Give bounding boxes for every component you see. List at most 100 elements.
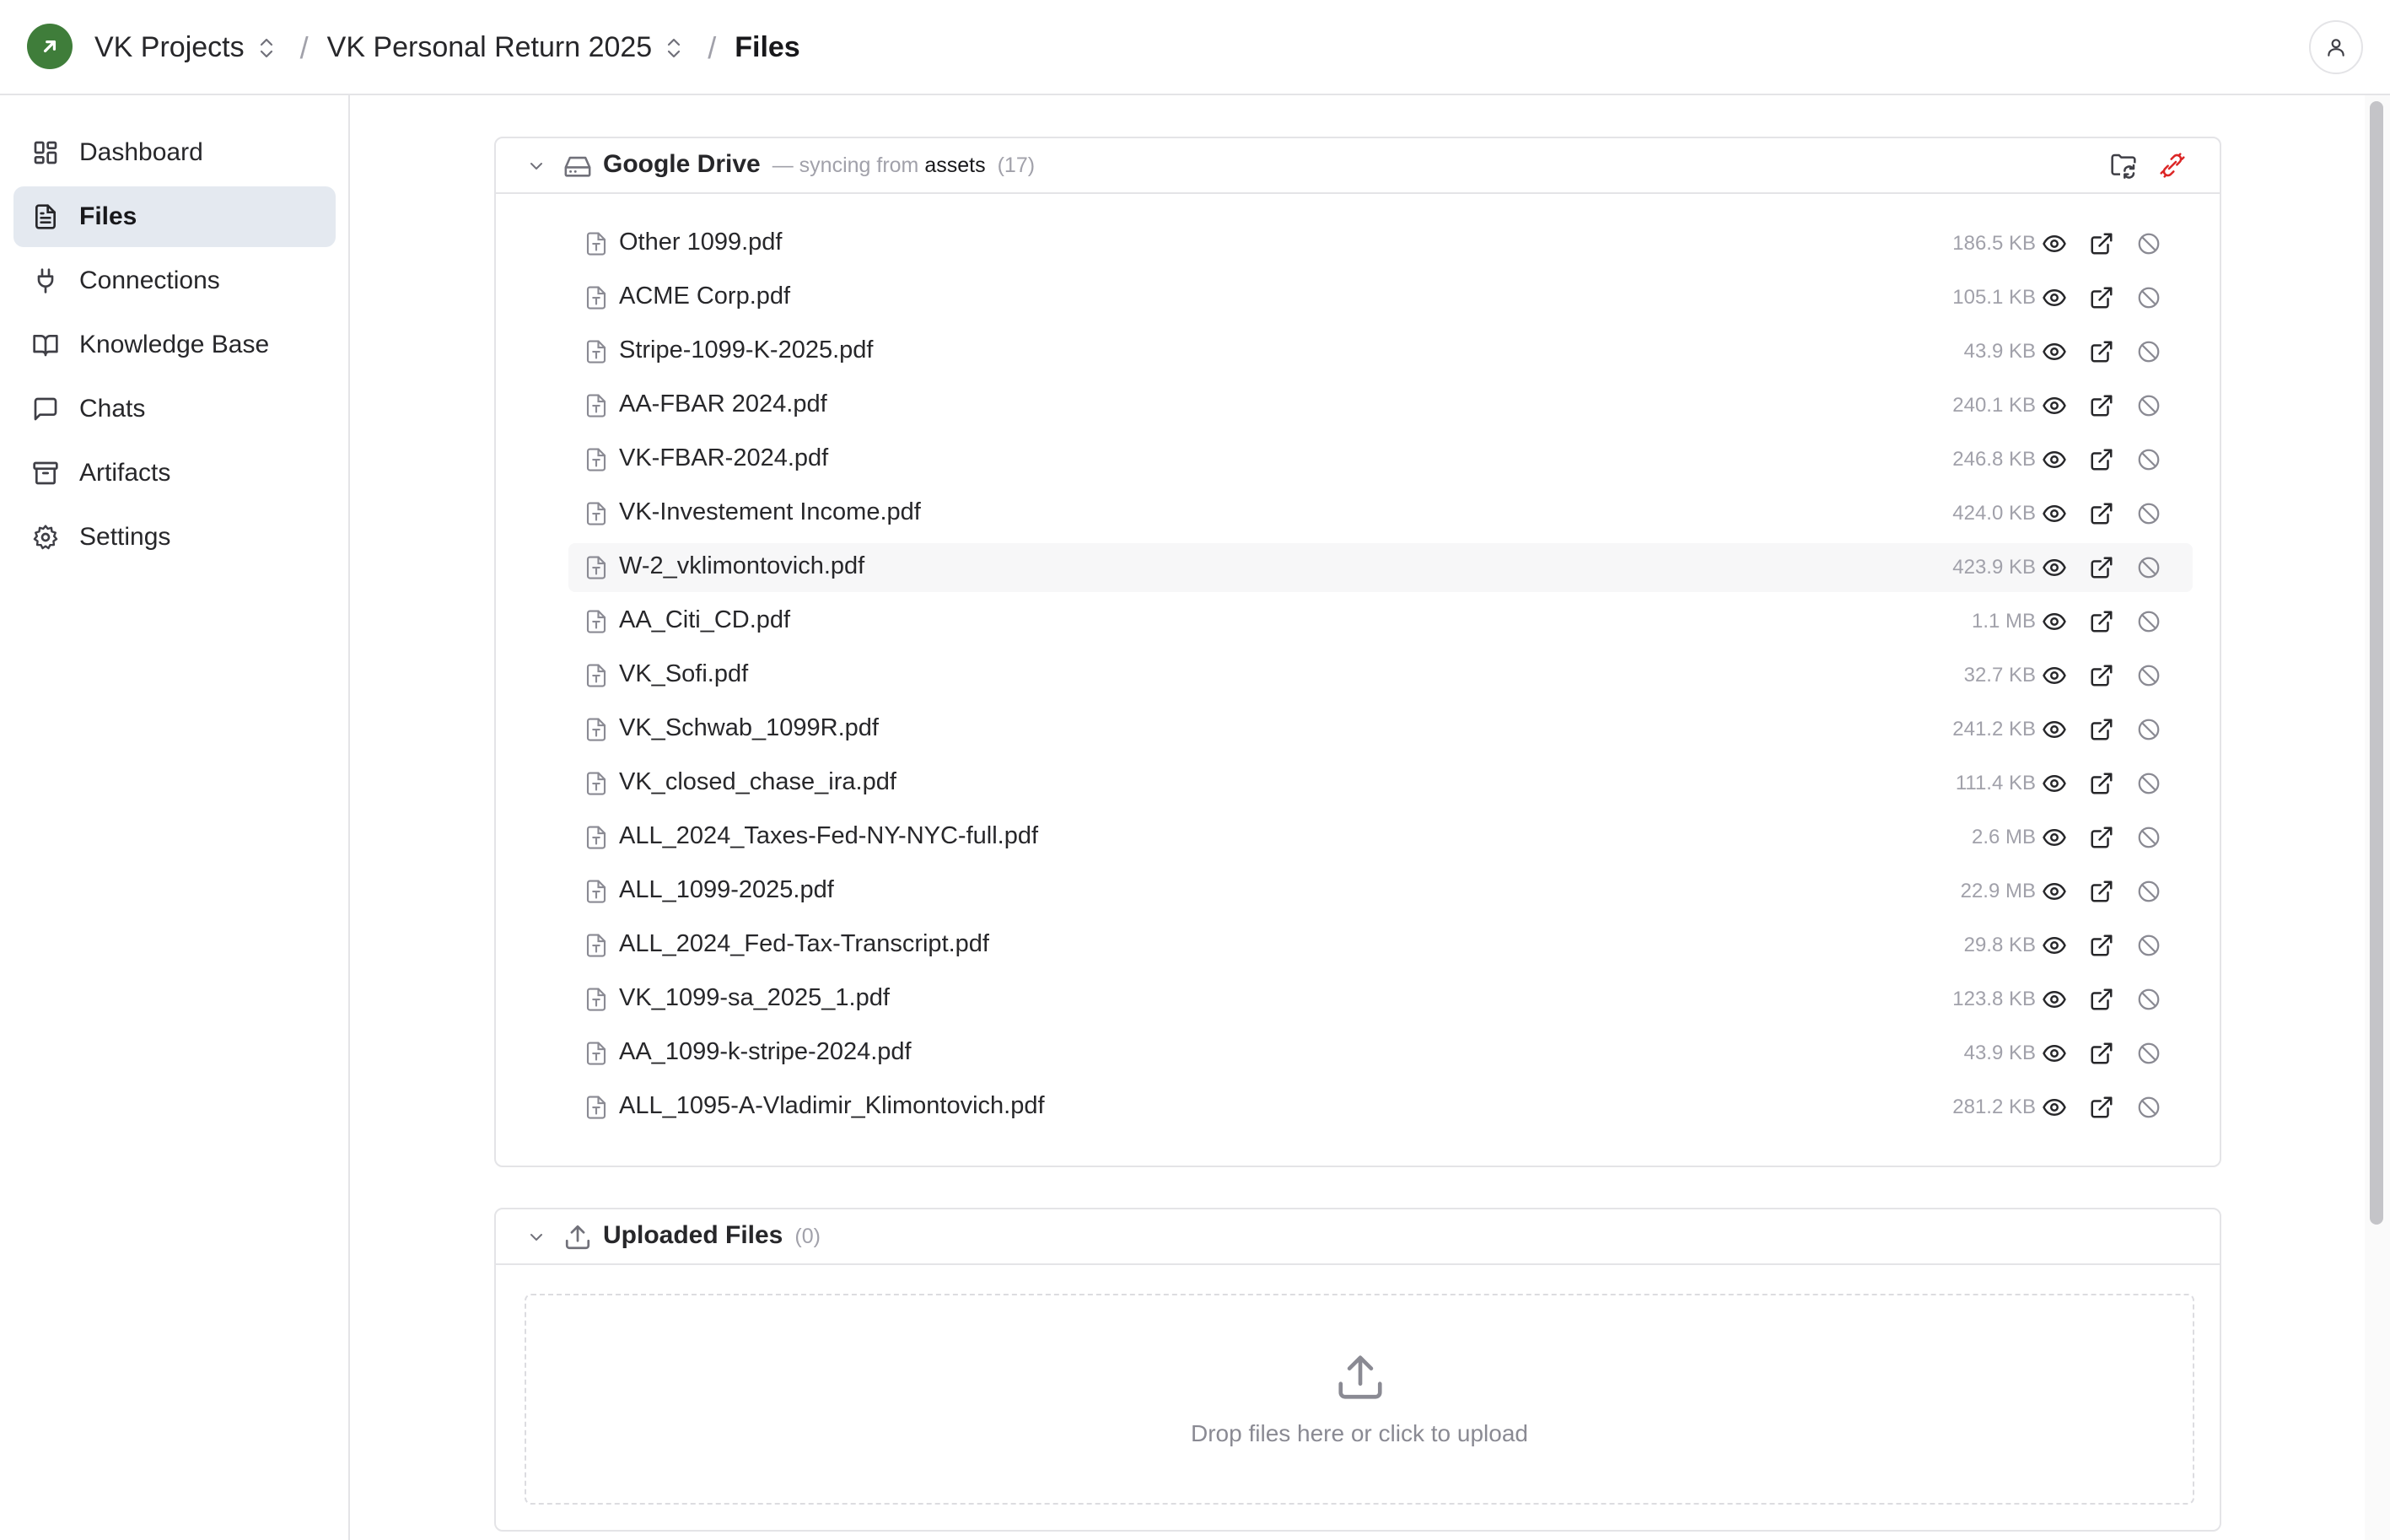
- external-link-icon[interactable]: [2089, 987, 2114, 1012]
- external-link-icon[interactable]: [2089, 1095, 2114, 1120]
- external-link-icon[interactable]: [2089, 717, 2114, 742]
- file-name[interactable]: AA_Citi_CD.pdf: [619, 606, 790, 634]
- sidebar-item-settings[interactable]: Settings: [13, 507, 336, 568]
- eye-icon[interactable]: [2042, 609, 2067, 634]
- breadcrumb-project[interactable]: VK Projects: [94, 31, 245, 64]
- file-row[interactable]: W-2_vklimontovich.pdf 423.9 KB: [568, 543, 2193, 592]
- file-row[interactable]: ALL_1095-A-Vladimir_Klimontovich.pdf 281.…: [568, 1083, 2193, 1132]
- file-row[interactable]: ALL_1099-2025.pdf 22.9 MB: [568, 867, 2193, 916]
- user-menu-button[interactable]: [2309, 20, 2363, 74]
- file-row[interactable]: VK_closed_chase_ira.pdf 111.4 KB: [568, 759, 2193, 808]
- file-row[interactable]: Other 1099.pdf 186.5 KB: [568, 219, 2193, 268]
- sidebar-item-chats[interactable]: Chats: [13, 379, 336, 439]
- file-name[interactable]: ALL_2024_Fed-Tax-Transcript.pdf: [619, 930, 989, 958]
- file-name[interactable]: VK-FBAR-2024.pdf: [619, 444, 828, 472]
- file-row[interactable]: ACME Corp.pdf 105.1 KB: [568, 273, 2193, 322]
- sidebar-item-connections[interactable]: Connections: [13, 250, 336, 311]
- ban-icon[interactable]: [2136, 1095, 2161, 1120]
- file-name[interactable]: VK-Investement Income.pdf: [619, 498, 921, 526]
- sidebar-item-knowledge-base[interactable]: Knowledge Base: [13, 315, 336, 375]
- external-link-icon[interactable]: [2089, 663, 2114, 688]
- external-link-icon[interactable]: [2089, 555, 2114, 580]
- chevron-down-icon[interactable]: [526, 156, 546, 176]
- sidebar-item-files[interactable]: Files: [13, 186, 336, 247]
- file-row[interactable]: VK-FBAR-2024.pdf 246.8 KB: [568, 435, 2193, 484]
- file-name[interactable]: AA_1099-k-stripe-2024.pdf: [619, 1038, 912, 1066]
- eye-icon[interactable]: [2042, 501, 2067, 526]
- external-link-icon[interactable]: [2089, 285, 2114, 310]
- ban-icon[interactable]: [2136, 231, 2161, 256]
- eye-icon[interactable]: [2042, 879, 2067, 904]
- file-name[interactable]: Other 1099.pdf: [619, 229, 782, 256]
- eye-icon[interactable]: [2042, 1041, 2067, 1066]
- ban-icon[interactable]: [2136, 717, 2161, 742]
- file-name[interactable]: VK_Sofi.pdf: [619, 660, 748, 688]
- eye-icon[interactable]: [2042, 771, 2067, 796]
- file-name[interactable]: VK_closed_chase_ira.pdf: [619, 768, 896, 796]
- file-row[interactable]: Stripe-1099-K-2025.pdf 43.9 KB: [568, 327, 2193, 376]
- file-row[interactable]: VK_Sofi.pdf 32.7 KB: [568, 651, 2193, 700]
- ban-icon[interactable]: [2136, 663, 2161, 688]
- eye-icon[interactable]: [2042, 825, 2067, 850]
- file-name[interactable]: VK_Schwab_1099R.pdf: [619, 714, 879, 742]
- file-row[interactable]: AA-FBAR 2024.pdf 240.1 KB: [568, 381, 2193, 430]
- file-name[interactable]: AA-FBAR 2024.pdf: [619, 390, 827, 418]
- external-link-icon[interactable]: [2089, 609, 2114, 634]
- sidebar-item-artifacts[interactable]: Artifacts: [13, 443, 336, 503]
- eye-icon[interactable]: [2042, 717, 2067, 742]
- ban-icon[interactable]: [2136, 825, 2161, 850]
- file-name[interactable]: VK_1099-sa_2025_1.pdf: [619, 984, 890, 1012]
- ban-icon[interactable]: [2136, 447, 2161, 472]
- ban-icon[interactable]: [2136, 393, 2161, 418]
- external-link-icon[interactable]: [2089, 501, 2114, 526]
- chevron-up-down-icon[interactable]: [256, 35, 277, 61]
- breadcrumb-return[interactable]: VK Personal Return 2025: [327, 31, 653, 64]
- file-row[interactable]: VK_Schwab_1099R.pdf 241.2 KB: [568, 705, 2193, 754]
- ban-icon[interactable]: [2136, 501, 2161, 526]
- ban-icon[interactable]: [2136, 555, 2161, 580]
- chevron-up-down-icon[interactable]: [664, 35, 684, 61]
- eye-icon[interactable]: [2042, 285, 2067, 310]
- eye-icon[interactable]: [2042, 987, 2067, 1012]
- eye-icon[interactable]: [2042, 933, 2067, 958]
- upload-dropzone[interactable]: Drop files here or click to upload: [525, 1294, 2194, 1505]
- ban-icon[interactable]: [2136, 987, 2161, 1012]
- file-name[interactable]: ALL_2024_Taxes-Fed-NY-NYC-full.pdf: [619, 822, 1038, 850]
- chevron-down-icon[interactable]: [526, 1227, 546, 1247]
- ban-icon[interactable]: [2136, 609, 2161, 634]
- file-row[interactable]: ALL_2024_Fed-Tax-Transcript.pdf 29.8 KB: [568, 921, 2193, 970]
- external-link-icon[interactable]: [2089, 393, 2114, 418]
- eye-icon[interactable]: [2042, 663, 2067, 688]
- folder-sync-icon[interactable]: [2110, 152, 2137, 179]
- sidebar-item-dashboard[interactable]: Dashboard: [13, 122, 336, 183]
- external-link-icon[interactable]: [2089, 447, 2114, 472]
- eye-icon[interactable]: [2042, 447, 2067, 472]
- ban-icon[interactable]: [2136, 933, 2161, 958]
- unlink-icon[interactable]: [2159, 152, 2186, 179]
- ban-icon[interactable]: [2136, 879, 2161, 904]
- app-logo[interactable]: [27, 24, 73, 69]
- eye-icon[interactable]: [2042, 339, 2067, 364]
- external-link-icon[interactable]: [2089, 771, 2114, 796]
- external-link-icon[interactable]: [2089, 339, 2114, 364]
- file-name[interactable]: ALL_1099-2025.pdf: [619, 876, 834, 904]
- eye-icon[interactable]: [2042, 231, 2067, 256]
- external-link-icon[interactable]: [2089, 825, 2114, 850]
- ban-icon[interactable]: [2136, 285, 2161, 310]
- file-row[interactable]: AA_1099-k-stripe-2024.pdf 43.9 KB: [568, 1029, 2193, 1078]
- eye-icon[interactable]: [2042, 1095, 2067, 1120]
- ban-icon[interactable]: [2136, 339, 2161, 364]
- eye-icon[interactable]: [2042, 393, 2067, 418]
- file-row[interactable]: AA_Citi_CD.pdf 1.1 MB: [568, 597, 2193, 646]
- file-row[interactable]: VK_1099-sa_2025_1.pdf 123.8 KB: [568, 975, 2193, 1024]
- file-row[interactable]: ALL_2024_Taxes-Fed-NY-NYC-full.pdf 2.6 MB: [568, 813, 2193, 862]
- eye-icon[interactable]: [2042, 555, 2067, 580]
- file-row[interactable]: VK-Investement Income.pdf 424.0 KB: [568, 489, 2193, 538]
- external-link-icon[interactable]: [2089, 933, 2114, 958]
- file-name[interactable]: ALL_1095-A-Vladimir_Klimontovich.pdf: [619, 1092, 1045, 1120]
- external-link-icon[interactable]: [2089, 879, 2114, 904]
- file-name[interactable]: W-2_vklimontovich.pdf: [619, 552, 864, 580]
- external-link-icon[interactable]: [2089, 231, 2114, 256]
- file-name[interactable]: ACME Corp.pdf: [619, 283, 790, 310]
- main-scrollbar-thumb[interactable]: [2370, 101, 2383, 1225]
